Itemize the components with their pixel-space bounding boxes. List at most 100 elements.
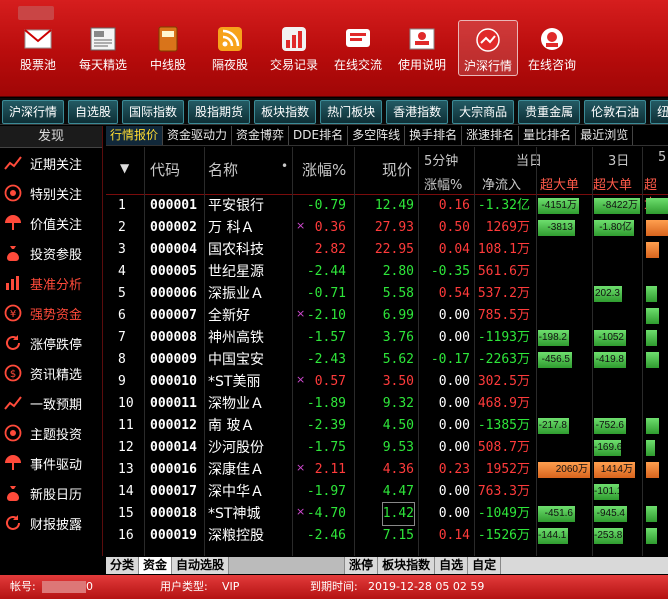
header-change-5min[interactable]: 涨幅% [424,174,462,193]
sidebar-item[interactable]: 事件驱动 [0,448,102,478]
sidebar-item[interactable]: 一致预期 [0,388,102,418]
change-5min: 0.14 [438,528,470,543]
discover-sidebar: 发现 近期关注 特别关注 价值关注 投资参股 基准分析 ¥ 强势资金 涨停跌停 $ 资讯精选 一致预… [0,126,103,569]
change-percent: -1.97 [306,484,346,499]
subtab[interactable]: 行情报价 [106,126,164,145]
table-row[interactable]: 14 000017 深中华Ａ -1.97 4.47 0.00 763.3万 -101.1万 [106,481,668,503]
bottom-tab-blurred[interactable] [229,557,346,574]
newspaper-icon [88,24,118,54]
toolbar-item-mail[interactable]: 股票池 [8,20,68,76]
header-bigorder-3day[interactable]: 超大单 [593,174,632,193]
net-inflow: 468.9万 [477,396,530,411]
stock-code: 000009 [150,352,197,367]
bottom-tab[interactable]: 自动选股 [172,557,230,574]
table-row[interactable]: 6 000007 全新好 -2.10 6.99 0.00 785.5万 × [106,305,668,327]
stock-code: 000006 [150,286,197,301]
market-tab[interactable]: 自选股 [68,100,119,124]
table-row[interactable]: 10 000011 深物业Ａ -1.89 9.32 0.00 468.9万 [106,393,668,415]
market-tab[interactable]: 沪深行情 [2,100,65,124]
subtab[interactable]: 资金博弈 [232,126,290,145]
row-index: 13 [118,462,134,477]
table-row[interactable]: 16 000019 深粮控股 -2.46 7.15 0.14 -1526万 -144.1万 -2… [106,525,668,547]
sidebar-item[interactable]: 涨停跌停 [0,328,102,358]
table-row[interactable]: 13 000016 深康佳Ａ 2.11 4.36 0.23 1952万 × 2060万 1414万 [106,459,668,481]
sidebar-item[interactable]: 新股日历 [0,478,102,508]
sidebar-item[interactable]: 特别关注 [0,178,102,208]
sidebar-item[interactable]: 近期关注 [0,148,102,178]
table-row[interactable]: 9 000010 *ST美丽 0.57 3.50 0.00 302.5万 × [106,371,668,393]
header-group-5min: 5分钟 [424,154,459,169]
bottom-tab[interactable]: 自定 [468,557,502,574]
toolbar-item-chart[interactable]: 交易记录 [264,20,324,76]
sidebar-item[interactable]: 主题投资 [0,418,102,448]
sidebar-item-label: 资讯精选 [30,367,83,383]
table-row[interactable]: 5 000006 深振业Ａ -0.71 5.58 0.54 537.2万 202.3万 [106,283,668,305]
stock-code: 000010 [150,374,197,389]
header-bigorder[interactable]: 超大单 [540,174,579,193]
toolbar-item-rss[interactable]: 隔夜股 [200,20,260,76]
change-percent: -0.71 [306,286,346,301]
change-percent: 0.36 [314,220,346,235]
sidebar-item[interactable]: 投资参股 [0,238,102,268]
row-index: 4 [118,264,126,279]
change-5min: 0.54 [438,286,470,301]
market-tab[interactable]: 大宗商品 [452,100,515,124]
bottom-tab[interactable]: 板块指数 [378,557,436,574]
table-row[interactable]: 1 000001 平安银行 -0.79 12.49 0.16 -1.32亿 -4151万 -84… [106,195,668,217]
table-row[interactable]: 8 000009 中国宝安 -2.43 5.62 -0.17 -2263万 -456.5万 -4… [106,349,668,371]
sidebar-item[interactable]: 价值关注 [0,208,102,238]
table-row[interactable]: 11 000012 南 玻Ａ -2.39 4.50 0.00 -1385万 -217.8万 -7… [106,415,668,437]
subtab[interactable]: 涨速排名 [462,126,520,145]
bigorder-3day-bar: -101.1万 [594,484,619,500]
market-tab[interactable]: 股指期货 [188,100,251,124]
sidebar-item-label: 投资参股 [30,247,83,263]
subtab[interactable]: 换手排名 [405,126,463,145]
bottom-tab[interactable]: 资金 [139,557,173,574]
header-price[interactable]: 现价 [382,159,412,180]
market-tab[interactable]: 热门板块 [320,100,383,124]
table-row[interactable]: 4 000005 世纪星源 -2.44 2.80 -0.35 561.6万 [106,261,668,283]
net-inflow: 508.7万 [477,440,530,455]
bottom-tab[interactable]: 分类 [106,557,140,574]
subtab[interactable]: DDE排名 [289,126,349,145]
market-tab[interactable]: 板块指数 [254,100,317,124]
stock-code: 000012 [150,418,197,433]
toolbar-item-manual[interactable]: 使用说明 [392,20,452,76]
table-row[interactable]: 3 000004 国农科技 2.82 22.95 0.04 108.1万 [106,239,668,261]
bottom-tab[interactable]: 自选 [435,557,469,574]
table-row[interactable]: 7 000008 神州高铁 -1.57 3.76 0.00 -1193万 -198.2万 -10… [106,327,668,349]
sidebar-item[interactable]: 基准分析 [0,268,102,298]
sidebar-item[interactable]: ¥ 强势资金 [0,298,102,328]
table-row[interactable]: 12 000014 沙河股份 -1.75 9.53 0.00 508.7万 -169.6万 [106,437,668,459]
toolbar-item-chat[interactable]: 在线交流 [328,20,388,76]
table-row[interactable]: 2 000002 万 科Ａ 0.36 27.93 0.50 1269万 × -3813万 -1.8… [106,217,668,239]
market-tab[interactable]: 香港指数 [386,100,449,124]
account-blur [42,581,86,593]
toolbar-item-book[interactable]: 中线股 [138,20,198,76]
bigorder-5day-bar [646,462,659,478]
current-price: 12.49 [374,198,414,213]
chart-icon [279,24,309,54]
subtab[interactable]: 多空阵线 [348,126,406,145]
subtab[interactable]: 最近浏览 [576,126,634,145]
toolbar-item-newspaper[interactable]: 每天精选 [73,20,133,76]
toolbar-item-trend[interactable]: 沪深行情 [458,20,518,76]
sort-arrow-icon[interactable]: ▼ [120,161,129,175]
bottom-tab[interactable]: 涨停 [345,557,379,574]
sidebar-item[interactable]: $ 资讯精选 [0,358,102,388]
header-netflow[interactable]: 净流入 [482,174,521,193]
market-tab[interactable]: 国际指数 [122,100,185,124]
table-row[interactable]: 15 000018 *ST神城 -4.70 1.42 0.00 -1049万 × -451.6万… [106,502,668,526]
toolbar-item-support[interactable]: 在线咨询 [522,20,582,76]
header-code[interactable]: 代码 [150,159,180,180]
sidebar-item[interactable]: 财报披露 [0,508,102,538]
bigorder-bar: 2060万 [538,462,590,478]
market-tab[interactable]: 伦敦石油 [584,100,647,124]
change-5min: 0.00 [438,374,470,389]
header-name[interactable]: 名称 [208,159,238,180]
market-tab[interactable]: 贵重金属 [518,100,581,124]
subtab[interactable]: 量比排名 [519,126,577,145]
subtab[interactable]: 资金驱动力 [163,126,233,145]
header-change[interactable]: 涨幅% [302,159,346,180]
market-tab[interactable]: 纽约石 [650,100,668,124]
